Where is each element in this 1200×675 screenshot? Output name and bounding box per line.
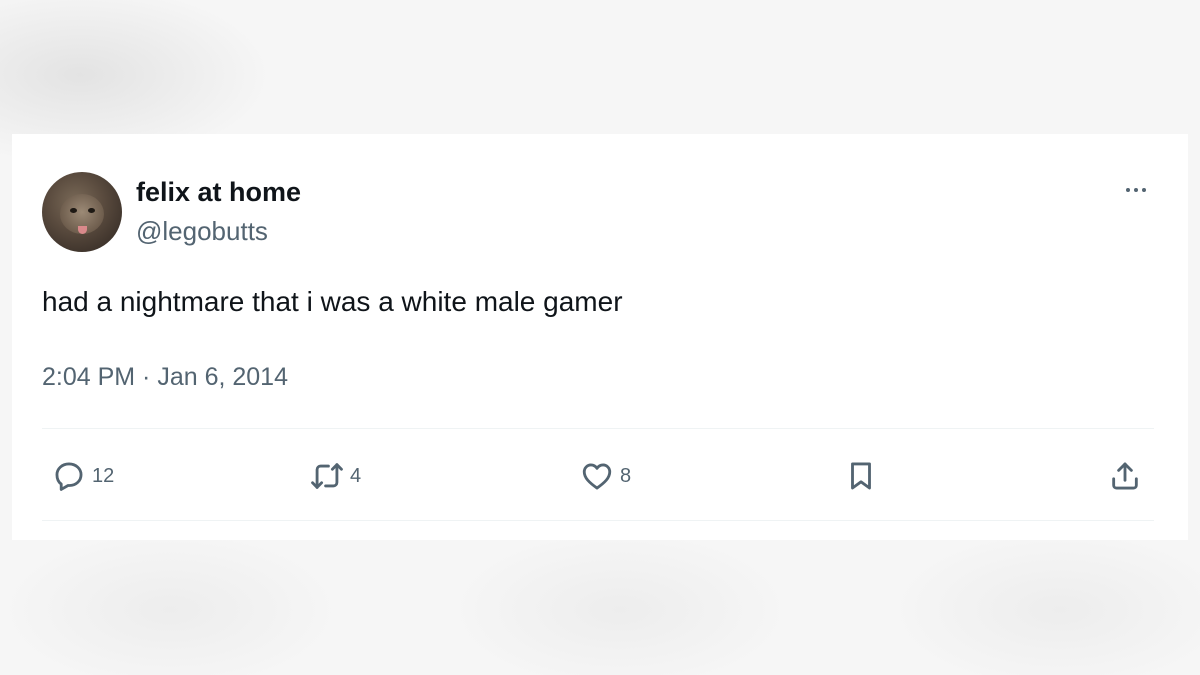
user-handle[interactable]: @legobutts [136, 215, 268, 247]
more-icon [1126, 188, 1130, 192]
bookmark-icon [844, 459, 878, 493]
avatar-eye-right [88, 208, 95, 213]
more-icon-dot [1142, 188, 1146, 192]
more-icon-dot [1134, 188, 1138, 192]
share-icon [1108, 459, 1142, 493]
divider [42, 428, 1154, 429]
reply-button[interactable]: 12 [52, 458, 114, 494]
tweet-card: felix at home @legobutts had a nightmare… [12, 134, 1188, 540]
divider [42, 520, 1154, 521]
reply-icon [52, 459, 86, 493]
more-options-button[interactable] [1116, 178, 1156, 202]
retweet-button[interactable]: 4 [310, 458, 361, 494]
reply-count: 12 [92, 465, 115, 487]
display-name[interactable]: felix at home [136, 176, 301, 208]
like-count: 8 [620, 465, 632, 487]
heart-icon [580, 459, 614, 493]
tweet-timestamp[interactable]: 2:04 PM · Jan 6, 2014 [42, 362, 288, 392]
tweet-text: had a nightmare that i was a white male … [42, 286, 623, 317]
bookmark-button[interactable] [844, 458, 878, 494]
like-button[interactable]: 8 [580, 458, 631, 494]
avatar[interactable] [42, 172, 122, 252]
share-button[interactable] [1108, 458, 1142, 494]
avatar-eye-left [70, 208, 77, 213]
retweet-icon [310, 459, 344, 493]
retweet-count: 4 [350, 465, 362, 487]
